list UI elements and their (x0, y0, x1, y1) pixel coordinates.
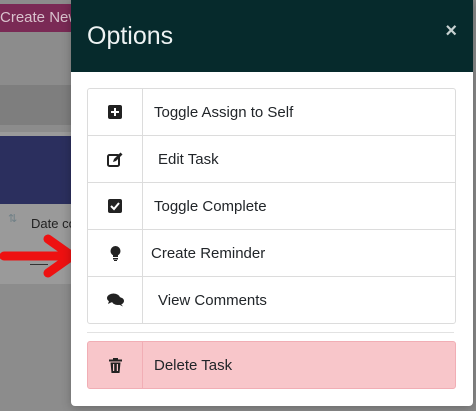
toggle-assign-to-self-option[interactable]: Toggle Assign to Self (88, 89, 455, 135)
options-modal: Options × Toggle Assign to Self Edit Tas… (71, 0, 473, 406)
trash-icon (88, 342, 143, 388)
option-label: View Comments (158, 291, 267, 309)
create-reminder-option[interactable]: Create Reminder (88, 229, 455, 276)
toggle-complete-option[interactable]: Toggle Complete (88, 182, 455, 229)
red-arrow-annotation (0, 234, 77, 278)
option-label: Create Reminder (151, 244, 266, 262)
sort-icon[interactable]: ⇅ (8, 212, 17, 225)
view-comments-option[interactable]: View Comments (88, 276, 455, 323)
option-list: Toggle Assign to Self Edit Task Toggle C… (87, 88, 456, 324)
close-button[interactable]: × (445, 20, 457, 43)
delete-task-option[interactable]: Delete Task (87, 341, 456, 389)
create-new-button[interactable]: Create New (0, 4, 80, 32)
option-label: Delete Task (154, 356, 233, 374)
option-label: Toggle Assign to Self (154, 103, 294, 121)
option-label: Edit Task (158, 150, 219, 168)
edit-task-option[interactable]: Edit Task (88, 135, 455, 182)
comments-icon (88, 277, 143, 323)
check-square-icon (88, 183, 143, 229)
edit-icon (88, 136, 143, 182)
background-toolbar (0, 85, 80, 125)
modal-title: Options (87, 22, 174, 50)
background-card-header (0, 136, 80, 204)
modal-header: Options × (71, 0, 473, 72)
option-label: Toggle Complete (154, 197, 267, 215)
divider (87, 332, 454, 333)
plus-square-icon (88, 89, 143, 135)
lightbulb-icon (88, 230, 143, 276)
